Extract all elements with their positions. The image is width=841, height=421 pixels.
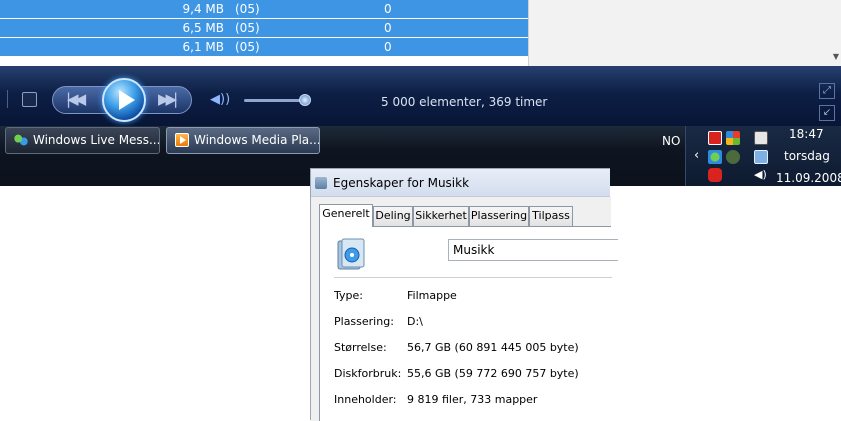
taskbar-button-media-player[interactable]: Windows Media Pla... [166,127,320,154]
stop-button[interactable] [22,92,37,107]
location-label: Plassering: [334,315,394,328]
chevron-left-icon[interactable]: ‹ [694,148,699,163]
size-label: Størrelse: [334,341,387,354]
network-icon[interactable] [754,150,768,164]
tab-location[interactable]: Plassering [469,206,529,226]
tab-customize[interactable]: Tilpass [529,206,573,226]
language-indicator[interactable]: NO [662,134,680,148]
dialog-body: Generelt Deling Sikkerhet Plassering Til… [311,197,618,421]
taskbar-button-label: Windows Media Pla... [194,133,320,147]
row-size: 9,4 MB [182,2,224,16]
pin-icon[interactable]: ↙ [819,105,835,121]
windows-flag-icon[interactable] [726,131,740,145]
clock-time[interactable]: 18:47 [789,127,824,141]
row-size: 6,1 MB [182,40,224,54]
volume-icon[interactable]: ◀) [754,168,768,182]
contains-value: 9 819 filer, 733 mapper [407,393,538,406]
library-list: 9,4 MB (05) 0 6,5 MB (05) 0 6,1 MB (05) … [0,0,528,57]
speaker-icon[interactable]: ◀)) [210,92,230,107]
music-folder-icon [337,238,365,270]
row-play-count: 0 [384,2,392,16]
list-row[interactable]: 6,1 MB (05) 0 [0,38,528,57]
row-size: 6,5 MB [182,21,224,35]
disk-usage-label: Diskforbruk: [334,367,402,380]
folder-icon [315,177,327,189]
taskbar-button-label: Windows Live Mess... [33,133,160,147]
messenger-icon [14,133,28,147]
scroll-down-icon[interactable]: ▼ [833,52,839,61]
opera-icon[interactable] [708,168,722,182]
library-status: 5 000 elementer, 369 timer [381,95,548,109]
row-rating: (05) [235,40,260,54]
grip-divider [7,90,9,108]
folder-name-field[interactable]: Musikk [448,239,618,261]
next-icon[interactable]: ▶▶| [158,90,178,108]
antivirus-icon[interactable] [708,131,722,145]
general-tab-page: Musikk Type: Filmappe Plassering: D:\ St… [319,226,618,421]
list-row[interactable]: 6,5 MB (05) 0 [0,19,528,38]
taskbar-button-messenger[interactable]: Windows Live Mess... [5,127,160,154]
switch-mode-icon[interactable]: ⤢ [819,83,835,99]
clock-day[interactable]: torsdag [784,149,830,163]
previous-icon[interactable]: |◀◀ [66,90,86,108]
location-value: D:\ [407,315,423,328]
messenger-tray-icon[interactable] [708,150,722,164]
dialog-title: Egenskaper for Musikk [333,176,470,190]
type-value: Filmappe [407,289,457,302]
row-rating: (05) [235,21,260,35]
row-play-count: 0 [384,40,392,54]
type-label: Type: [334,289,363,302]
disk-usage-value: 55,6 GB (59 772 690 757 byte) [407,367,579,380]
properties-dialog: Egenskaper for Musikk Generelt Deling Si… [310,168,618,421]
tab-sharing[interactable]: Deling [373,206,413,226]
user-status-icon[interactable] [726,150,740,164]
size-value: 56,7 GB (60 891 445 005 byte) [407,341,579,354]
volume-slider-thumb[interactable] [299,94,311,106]
media-player-icon [175,133,189,147]
clock-date[interactable]: 11.09.2008 [776,171,841,185]
row-play-count: 0 [384,21,392,35]
device-icon[interactable] [754,131,768,145]
list-row[interactable]: 9,4 MB (05) 0 [0,0,528,19]
list-pane-right: ▼ [528,0,841,66]
play-button[interactable] [102,78,146,122]
player-controls-bar: |◀◀ ▶▶| ◀)) 5 000 elementer, 369 timer ⤢… [0,66,841,126]
dialog-titlebar[interactable]: Egenskaper for Musikk [311,169,610,197]
tab-security[interactable]: Sikkerhet [413,206,469,226]
divider [334,277,612,278]
row-rating: (05) [235,2,260,16]
tab-general[interactable]: Generelt [319,204,373,227]
contains-label: Inneholder: [334,393,397,406]
